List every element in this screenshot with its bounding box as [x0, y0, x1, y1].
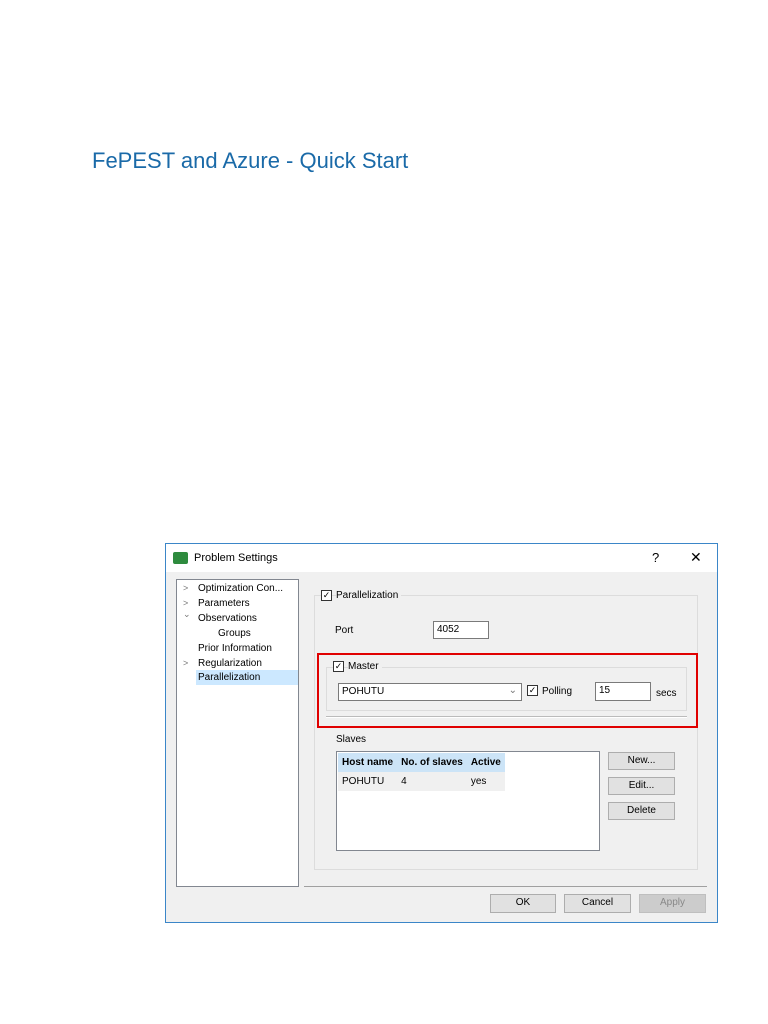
chevron-down-icon: ⌄	[508, 685, 517, 696]
slaves-table: Host name No. of slaves Active POHUTU 4 …	[338, 753, 505, 791]
tree-item-groups[interactable]: Groups	[218, 628, 251, 639]
secs-label: secs	[656, 688, 677, 699]
polling-checkbox[interactable]: ✓	[527, 685, 538, 696]
chevron-down-icon[interactable]: ⌄	[183, 609, 191, 620]
polling-label: Polling	[542, 686, 573, 697]
column-active[interactable]: Active	[466, 753, 505, 772]
master-host-value: POHUTU	[342, 686, 385, 697]
cancel-button[interactable]: Cancel	[564, 894, 631, 913]
parallelization-label: Parallelization	[336, 590, 402, 601]
table-header-row: Host name No. of slaves Active	[338, 753, 505, 772]
parallelization-checkbox[interactable]: ✓	[321, 590, 332, 601]
slaves-label: Slaves	[336, 734, 367, 745]
new-button[interactable]: New...	[608, 752, 675, 770]
title-bar: Problem Settings ? ✕	[166, 544, 717, 572]
settings-tree[interactable]: > Optimization Con... > Parameters ⌄ Obs…	[176, 579, 299, 887]
tree-item-parameters[interactable]: Parameters	[198, 598, 250, 609]
separator	[326, 716, 687, 718]
port-input[interactable]: 4052	[433, 621, 489, 639]
tree-item-prior-information[interactable]: Prior Information	[198, 643, 272, 654]
chevron-right-icon[interactable]: >	[183, 598, 188, 608]
tree-item-regularization[interactable]: Regularization	[198, 658, 262, 669]
delete-button[interactable]: Delete	[608, 802, 675, 820]
cell-host-name: POHUTU	[338, 772, 398, 791]
apply-button[interactable]: Apply	[639, 894, 706, 913]
dialog-title: Problem Settings	[194, 552, 278, 564]
edit-button[interactable]: Edit...	[608, 777, 675, 795]
document-title: FePEST and Azure - Quick Start	[92, 148, 409, 173]
ok-button[interactable]: OK	[490, 894, 556, 913]
slaves-table-container[interactable]: Host name No. of slaves Active POHUTU 4 …	[336, 751, 600, 851]
problem-settings-dialog: Problem Settings ? ✕ > Optimization Con.…	[165, 543, 718, 923]
master-host-combobox[interactable]: POHUTU ⌄	[338, 683, 522, 701]
table-row[interactable]: POHUTU 4 yes	[338, 772, 505, 791]
polling-input[interactable]: 15	[595, 682, 651, 701]
column-host-name[interactable]: Host name	[338, 753, 398, 772]
footer-separator	[304, 886, 707, 887]
chevron-right-icon[interactable]: >	[183, 658, 188, 668]
chevron-right-icon[interactable]: >	[183, 583, 188, 593]
master-checkbox[interactable]: ✓	[333, 661, 344, 672]
tree-item-observations[interactable]: Observations	[198, 613, 257, 624]
cell-active: yes	[466, 772, 505, 791]
tree-item-parallelization[interactable]: Parallelization	[196, 670, 298, 685]
master-label: Master	[348, 661, 382, 672]
port-label: Port	[335, 625, 354, 636]
help-button[interactable]: ?	[652, 550, 659, 565]
tree-item-optimization[interactable]: Optimization Con...	[198, 583, 283, 594]
app-icon	[173, 552, 188, 564]
column-no-of-slaves[interactable]: No. of slaves	[397, 753, 467, 772]
cell-no-of-slaves: 4	[397, 772, 467, 791]
close-button[interactable]: ✕	[690, 549, 702, 566]
